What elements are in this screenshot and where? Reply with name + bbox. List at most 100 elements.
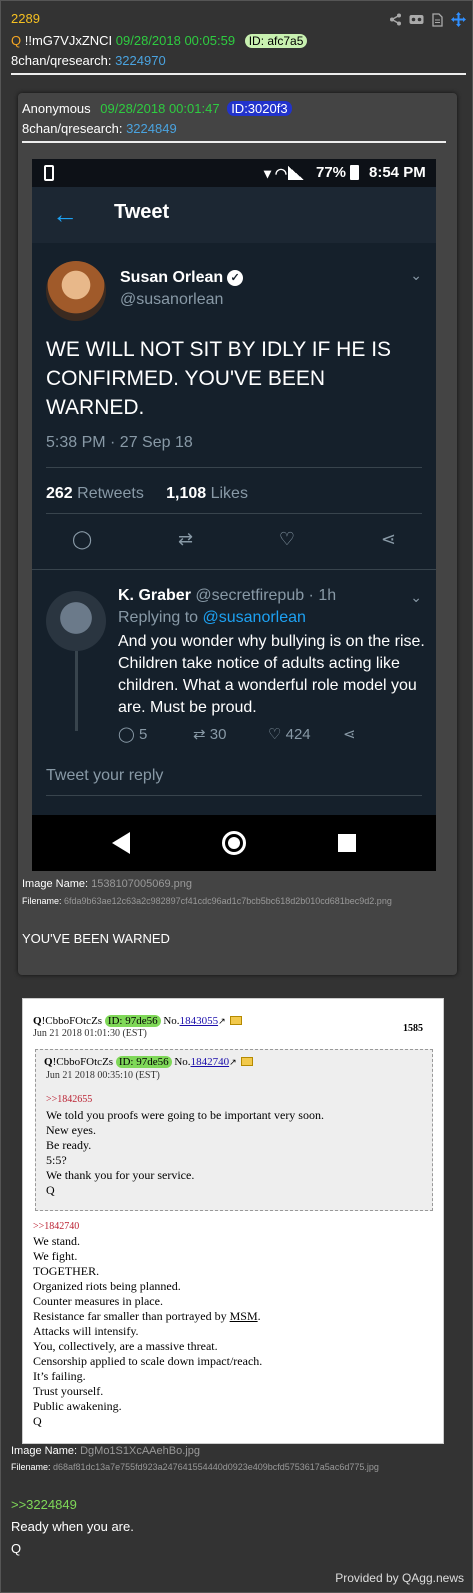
quoted-caption: YOU'VE BEEN WARNED	[22, 931, 170, 946]
post-message: Ready when you are.	[11, 1519, 134, 1534]
file-name-label: Filename:	[11, 1462, 51, 1472]
tripcode: !!mG7VJxZNCI	[24, 33, 113, 48]
chevron-down-icon: ⌄	[410, 589, 422, 605]
file-name: Filename: d68af81dc13a7e755fd923a2476415…	[11, 1462, 379, 1472]
reply-count: ◯ 5	[118, 725, 193, 743]
no-label: No.	[174, 1056, 191, 1068]
thread-line	[75, 651, 78, 731]
tweet-screenshot[interactable]: ▾ ◠ 77% 8:54 PM ← Tweet Susan Orlean ✓ @s…	[32, 159, 436, 871]
image-name-value: DgMo1S1XcAAehBo.jpg	[80, 1445, 200, 1457]
tripcode: !CbboFOtcZs	[41, 1015, 103, 1027]
q-marker: Q	[33, 1015, 42, 1027]
reply-likes: ♡ 424	[268, 725, 343, 743]
reply-tweet: K. Graber @secretfirepub · 1h ⌄ Replying…	[32, 571, 436, 731]
file-name-value: 6fda9b63ae12c63a2c982897cf41cdc96ad1c7bc…	[64, 896, 392, 906]
reply-text: And you wonder why bullying is on the ri…	[118, 633, 425, 716]
nav-recents-icon	[338, 834, 356, 852]
post-id-badge: ID: afc7a5	[244, 34, 308, 48]
text-line: You, collectively, are a massive threat.	[33, 1339, 218, 1353]
quoted-post-meta: Anonymous 09/28/2018 00:01:47 ID:3020f3	[22, 101, 292, 116]
reply-count-value: 5	[138, 726, 148, 743]
heart-icon: ♡	[278, 529, 296, 549]
reply-composer: Tweet your reply	[32, 753, 436, 809]
drop-id-badge: ID: 97de56	[104, 1015, 161, 1027]
quoted-drop-header: Q!CbboFOtcZs ID: 97de56 No.1842740↗	[44, 1056, 253, 1068]
tweet-author: Susan Orlean ✓	[120, 269, 244, 287]
text-line: Organized riots being planned.	[33, 1279, 181, 1293]
tweet-text: WE WILL NOT SIT BY IDLY IF HE IS CONFIRM…	[46, 338, 392, 419]
avatar	[46, 591, 106, 651]
text-line: We thank you for your service.	[46, 1168, 195, 1182]
reply-icon: ◯	[118, 726, 135, 743]
wifi-icon: ▾ ◠	[264, 165, 288, 181]
no-label: No.	[163, 1015, 180, 1027]
like-count: 1,108	[166, 485, 207, 502]
quoted-drop: Q!CbboFOtcZs ID: 97de56 No.1842740↗ Jun …	[35, 1049, 433, 1211]
text-line: Q	[33, 1414, 42, 1428]
post-toolbar	[388, 12, 466, 27]
drop-date: Jun 21 2018 01:01:30 (EST)	[33, 1028, 147, 1039]
move-icon[interactable]	[451, 12, 466, 27]
q-marker: Q	[11, 33, 22, 48]
quoted-thread-link[interactable]: 3224849	[126, 121, 177, 136]
tweet-actions: ◯ ⇄ ♡ ⋖	[46, 529, 422, 550]
like-label: Likes	[210, 485, 248, 502]
folder-icon	[240, 1057, 253, 1066]
text-line: Q	[46, 1183, 55, 1197]
text-line: We stand.	[33, 1234, 81, 1248]
post-number: 2289	[11, 11, 40, 26]
tweet-stats: 262 Retweets 1,108 Likes	[46, 485, 248, 503]
avatar	[46, 261, 106, 321]
replying-to-label: Replying to	[118, 609, 199, 626]
battery-icon	[350, 165, 359, 180]
folder-icon	[229, 1016, 242, 1025]
reply-author-name: K. Graber	[118, 587, 191, 604]
phone-status-bar: ▾ ◠ 77% 8:54 PM	[32, 159, 436, 187]
reply-retweet-value: 30	[209, 726, 227, 743]
text-line: New eyes.	[46, 1123, 96, 1137]
thread-link[interactable]: 3224970	[115, 53, 166, 68]
quoted-drop-date: Jun 21 2018 00:35:10 (EST)	[46, 1070, 160, 1081]
android-nav-bar	[32, 815, 436, 871]
document-icon[interactable]	[430, 12, 445, 27]
q-marker: Q	[44, 1056, 53, 1068]
text-line: We fight.	[33, 1249, 78, 1263]
q-drop-screenshot[interactable]: Q!CbboFOtcZs ID: 97de56 No.1843055↗ Jun …	[22, 998, 444, 1444]
tweet-author-name: Susan Orlean	[120, 269, 224, 286]
text-line: Counter measures in place.	[33, 1294, 163, 1308]
quoted-drop-number: 1842740	[190, 1056, 230, 1068]
vr-icon[interactable]	[409, 12, 424, 27]
retweet-icon: ⇄	[177, 529, 194, 549]
tweet-time: 5:38 PM · 27 Sep 18	[46, 434, 193, 451]
app-title: Tweet	[114, 201, 170, 223]
file-name-value: d68af81dc13a7e755fd923a247641554440d0923…	[53, 1462, 379, 1472]
reply-icon: ◯	[72, 529, 93, 549]
share-icon: ⋖	[380, 529, 396, 549]
drop-ref: >>1842740	[33, 1221, 80, 1232]
share-icon[interactable]	[388, 12, 403, 27]
quoted-date: 09/28/2018 00:01:47	[100, 101, 220, 116]
text-line: Trust yourself.	[33, 1384, 104, 1398]
reply-author: K. Graber @secretfirepub · 1h	[118, 587, 336, 605]
text-line: 5:5?	[46, 1153, 67, 1167]
external-link-icon: ↗	[229, 1057, 237, 1067]
text-line: Attacks will intensify.	[33, 1324, 139, 1338]
retweet-icon: ⇄	[193, 726, 206, 743]
nav-home-icon	[222, 831, 246, 855]
reply-link[interactable]: >>3224849	[11, 1497, 77, 1512]
attribution: Provided by QAgg.news	[335, 1571, 464, 1585]
quoted-author: Anonymous	[22, 101, 91, 116]
signal-icon	[288, 166, 304, 180]
quoted-board-name: 8chan/qresearch:	[22, 121, 123, 136]
quoted-drop-id-badge: ID: 97de56	[115, 1056, 172, 1068]
quoted-post: Anonymous 09/28/2018 00:01:47 ID:3020f3 …	[18, 93, 457, 975]
divider	[46, 513, 422, 514]
replying-to-handle: @susanorlean	[202, 609, 306, 626]
board-name: 8chan/qresearch:	[11, 53, 112, 68]
divider	[32, 569, 436, 570]
heart-icon: ♡	[268, 726, 282, 743]
drop-header: Q!CbboFOtcZs ID: 97de56 No.1843055↗	[33, 1015, 242, 1027]
replying-to: Replying to @susanorlean	[118, 609, 306, 627]
quoted-board-line: 8chan/qresearch: 3224849	[22, 121, 177, 136]
image-name: Image Name: DgMo1S1XcAAehBo.jpg	[11, 1445, 200, 1457]
